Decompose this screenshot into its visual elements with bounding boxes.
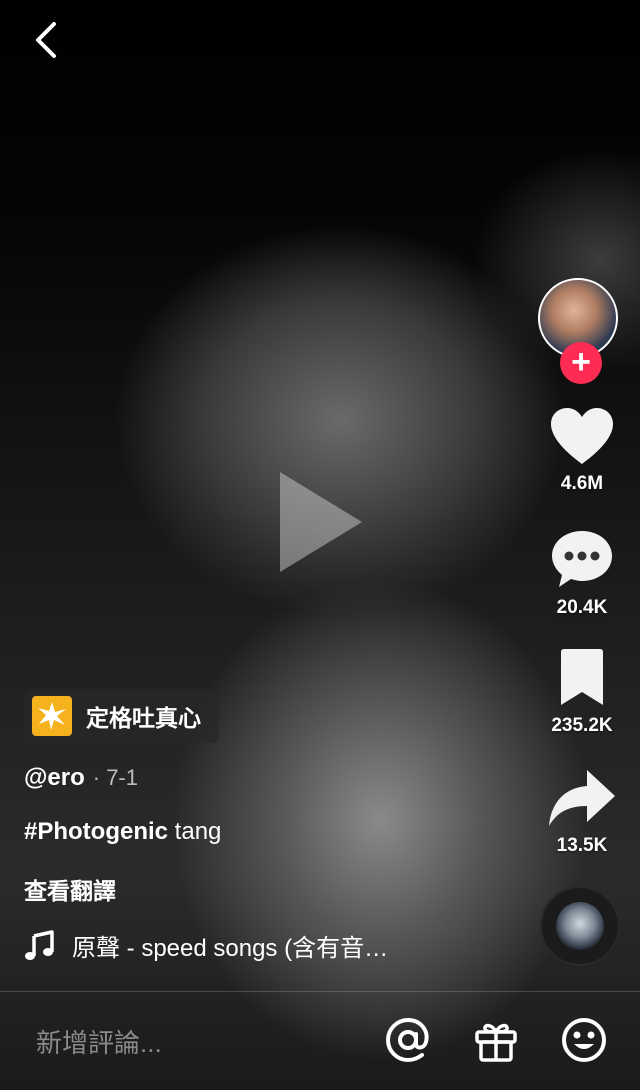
effect-chip[interactable]: 定格吐真心 — [24, 689, 219, 743]
like-button[interactable]: 4.6M — [534, 406, 630, 495]
favorite-button[interactable]: 235.2K — [534, 648, 630, 737]
comment-button[interactable]: 20.4K — [534, 528, 630, 619]
gift-icon — [475, 1023, 517, 1062]
at-sign-icon — [385, 1017, 429, 1063]
author-line: @ero · 7-1 — [24, 764, 138, 792]
music-disc[interactable] — [540, 886, 620, 966]
favorite-count: 235.2K — [551, 715, 613, 736]
post-date: · 7-1 — [92, 765, 138, 790]
follow-button[interactable]: + — [560, 342, 602, 384]
music-info[interactable]: 原聲 - speed songs (含有音… — [24, 928, 444, 963]
play-icon[interactable] — [280, 472, 362, 572]
burst-icon — [32, 696, 72, 736]
author-handle[interactable]: @ero — [24, 764, 85, 791]
comment-count: 20.4K — [556, 597, 608, 618]
music-title: 原聲 - speed songs (含有音… — [72, 935, 389, 962]
music-disc-cover — [556, 902, 604, 950]
share-arrow-icon — [549, 770, 615, 826]
smiley-icon — [562, 1018, 606, 1062]
hashtag-link[interactable]: #Photogenic — [24, 818, 168, 845]
effect-label: 定格吐真心 — [86, 705, 201, 731]
bookmark-icon — [561, 649, 603, 705]
caption: #Photogenic tang — [24, 818, 221, 846]
comment-input[interactable] — [34, 1022, 358, 1064]
share-button[interactable]: 13.5K — [534, 768, 630, 857]
comment-bar — [0, 992, 640, 1090]
gift-button[interactable] — [472, 1016, 520, 1064]
emoji-button[interactable] — [560, 1016, 608, 1064]
caption-text: tang — [168, 818, 222, 845]
share-count: 13.5K — [556, 835, 608, 856]
chevron-left-icon — [36, 22, 56, 58]
see-translation-link[interactable]: 查看翻譯 — [24, 872, 116, 906]
mention-button[interactable] — [384, 1016, 432, 1064]
like-count: 4.6M — [560, 473, 604, 494]
back-button[interactable] — [28, 18, 68, 62]
music-note-icon — [25, 929, 54, 960]
creator-avatar-group[interactable]: + — [538, 278, 622, 384]
comment-bubble-icon — [552, 531, 612, 587]
heart-icon — [551, 408, 613, 464]
